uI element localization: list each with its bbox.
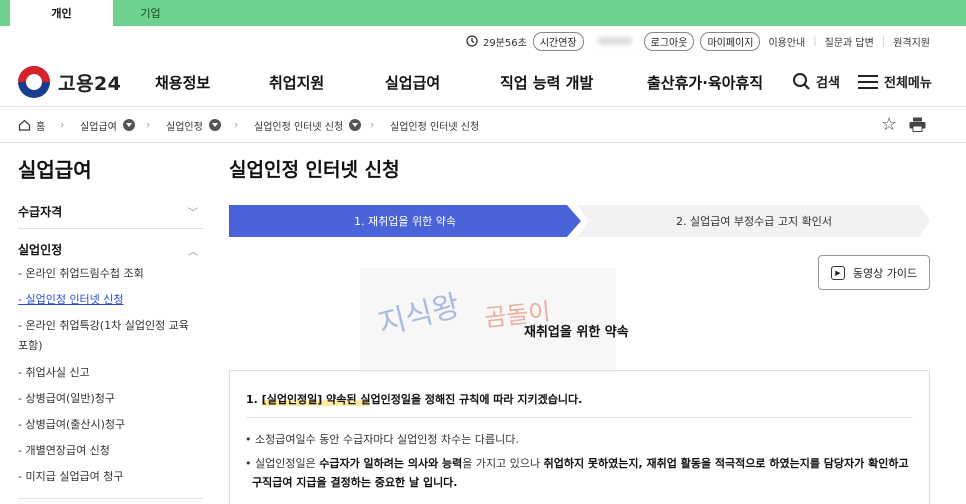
video-guide-label: 동영상 가이드 (852, 266, 918, 280)
utility-bar: 29분56초 시간연장 로그아웃 마이페이지 이용안내 | 질문과 답변 | 원… (466, 31, 930, 51)
section-title: 재취업을 위한 약속 (524, 325, 629, 340)
site-logo[interactable]: 고용24 (18, 66, 121, 98)
top-tab-bar: 개인 기업 (0, 0, 966, 26)
sidebar-section-eligibility[interactable]: 수급자격 (18, 203, 62, 220)
sidebar-title: 실업급여 (18, 158, 92, 182)
breadcrumb-label: 실업인정 (166, 121, 203, 133)
bullet-item: • 실업인정일은 수급자가 일하려는 의사와 능력을 가지고 있으나 취업하지 … (245, 457, 909, 489)
mypage-button[interactable]: 마이페이지 (700, 31, 761, 51)
extend-session-button[interactable]: 시간연장 (532, 31, 584, 51)
dropdown-icon[interactable] (122, 119, 135, 131)
breadcrumb-current: 실업인정 인터넷 신청 (390, 118, 480, 133)
breadcrumb-home[interactable]: 홈 (18, 118, 46, 133)
user-name-blurred (597, 37, 632, 45)
sidebar-item-sickness-childbirth[interactable]: - 상병급여(출산시)청구 (18, 415, 203, 435)
breadcrumb-item[interactable]: 실업인정 인터넷 신청 (254, 118, 362, 133)
nav-maternity-leave[interactable]: 출산휴가·육아휴직 (647, 72, 763, 93)
breadcrumb-label: 실업급여 (80, 121, 117, 133)
search-icon (793, 73, 810, 90)
logo-emblem-icon (18, 66, 50, 98)
chevron-up-icon[interactable]: ︿ (188, 243, 198, 258)
search-label: 검색 (816, 76, 840, 91)
chevron-right-icon: › (60, 118, 65, 131)
chevron-right-icon: › (146, 118, 151, 131)
sidebar-divider (18, 498, 203, 499)
bullet-text: 을 가지고 있으나 (462, 457, 544, 470)
search-button[interactable]: 검색 (792, 72, 840, 91)
breadcrumb-item[interactable]: 실업급여 (80, 118, 135, 133)
qna-link[interactable]: 질문과 답변 (825, 34, 874, 49)
bullet-bold: 수급자가 일하려는 의사와 능력 (319, 457, 463, 470)
sidebar-section-recognition[interactable]: 실업인정 (18, 241, 62, 258)
bullet-text: 소정급여일수 동안 수급자마다 실업인정 차수는 다릅니다. (255, 433, 519, 446)
tab-business[interactable]: 기업 (99, 0, 202, 26)
bullet-bold: 구직급여 지급을 결정하는 중요한 날 입니다. (252, 476, 458, 489)
dropdown-icon[interactable] (349, 119, 362, 131)
all-menu-button[interactable]: 전체메뉴 (858, 72, 932, 91)
nav-unemployment-benefit[interactable]: 실업급여 (385, 72, 440, 93)
header-divider (0, 106, 966, 107)
tab-personal[interactable]: 개인 (10, 0, 113, 26)
promise-heading: 1. [실업인정일] 약속된 실업인정일을 정해진 규칙에 따라 지키겠습니다. (246, 391, 926, 407)
logo-text: 고용24 (58, 72, 122, 95)
sidebar-item-internet-application[interactable]: - 실업인정 인터넷 신청 (18, 290, 203, 310)
favorite-star-icon[interactable]: ☆ (881, 114, 897, 135)
breadcrumb-divider (0, 142, 966, 143)
breadcrumb-label: 실업인정 인터넷 신청 (254, 121, 344, 133)
remote-support-link[interactable]: 원격지원 (893, 34, 930, 49)
heading-highlight: [실업인정일] 약속된 실 (261, 393, 371, 406)
chevron-right-icon: › (234, 118, 239, 131)
chevron-right-icon: › (370, 118, 375, 131)
heading-rest: 업인정일을 정해진 규칙에 따라 지키겠습니다. (370, 393, 583, 406)
sidebar-item-online-lecture[interactable]: - 온라인 취업특강(1차 실업인정 교육 포함) (18, 316, 196, 356)
sidebar-item-unpaid-benefit[interactable]: - 미지급 실업급여 청구 (18, 467, 203, 487)
play-icon: ▶ (830, 265, 845, 280)
breadcrumb-item[interactable]: 실업인정 (166, 118, 221, 133)
bullet-text: 실업인정일은 (255, 457, 320, 470)
step-1-active: 1. 재취업을 위한 약속 (229, 205, 581, 237)
divider: | (881, 35, 886, 47)
video-guide-button[interactable]: ▶ 동영상 가이드 (818, 255, 930, 290)
heading-number: 1. (246, 393, 262, 406)
bullet-bold: 취업하지 못하였는지, 재취업 활동을 적극적으로 하였는지를 담당자가 확인하… (543, 457, 909, 470)
dropdown-icon[interactable] (208, 119, 221, 131)
breadcrumb-home-label: 홈 (36, 121, 46, 133)
all-menu-label: 전체메뉴 (884, 76, 932, 91)
sidebar-item-employment-report[interactable]: - 취업사실 신고 (18, 363, 203, 383)
step-2: 2. 실업급여 부정수급 고지 확인서 (578, 205, 930, 237)
divider: | (813, 35, 817, 47)
nav-employment-support[interactable]: 취업지원 (269, 72, 324, 93)
nav-jobs[interactable]: 채용정보 (155, 72, 210, 93)
chevron-down-icon[interactable]: ﹀ (188, 204, 198, 219)
sidebar-item-dream-notebook[interactable]: - 온라인 취업드림수첩 조회 (18, 264, 203, 284)
clock-icon (466, 35, 478, 47)
nav-vocational-training[interactable]: 직업 능력 개발 (500, 72, 593, 93)
sidebar-divider (18, 228, 203, 229)
bullet-item: • 소정급여일수 동안 수급자마다 실업인정 차수는 다릅니다. (245, 433, 519, 446)
print-icon[interactable] (909, 117, 926, 132)
box-divider (246, 417, 913, 418)
home-icon (18, 119, 31, 131)
sidebar-item-extension-benefit[interactable]: - 개별연장급여 신청 (18, 441, 203, 461)
session-timer: 29분56초 (482, 37, 527, 49)
logout-button[interactable]: 로그아웃 (643, 31, 695, 51)
hamburger-icon (858, 74, 878, 89)
sidebar-item-sickness-general[interactable]: - 상병급여(일반)청구 (18, 389, 203, 409)
breadcrumb-label: 실업인정 인터넷 신청 (390, 121, 480, 133)
guide-link[interactable]: 이용안내 (768, 34, 805, 49)
page-title: 실업인정 인터넷 신청 (229, 159, 400, 181)
